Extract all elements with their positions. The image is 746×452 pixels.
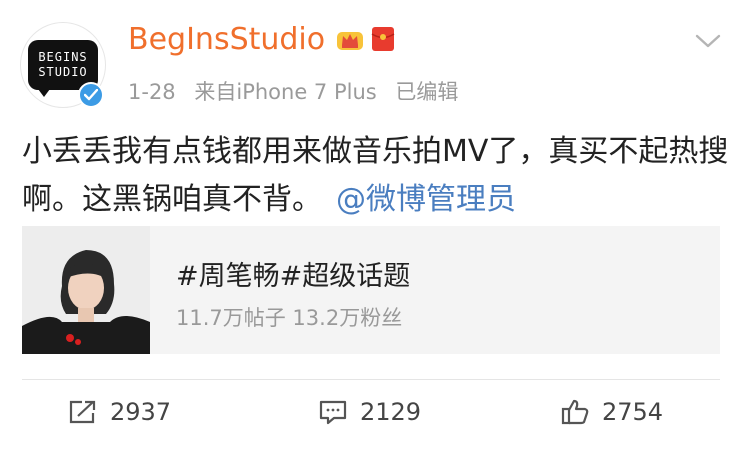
topic-card[interactable]: #周笔畅#超级话题 11.7万帖子 13.2万粉丝: [22, 226, 720, 354]
edited-label[interactable]: 已编辑: [395, 80, 458, 104]
comment-icon: [319, 400, 347, 425]
topic-title: #周笔畅#超级话题: [176, 261, 411, 292]
crown-badge-icon: [337, 32, 363, 50]
thumbs-up-icon: [561, 399, 589, 425]
post-meta: 1-28 来自iPhone 7 Plus 已编辑: [128, 76, 470, 106]
comment-count: 2129: [360, 398, 422, 426]
red-envelope-icon: [371, 27, 395, 51]
divider: [22, 379, 720, 380]
repost-count: 2937: [110, 398, 172, 426]
repost-button[interactable]: 2937: [68, 394, 171, 430]
post-text: 小丢丢我有点钱都用来做音乐拍MV了，真买不起热搜啊。这黑锅咱真不背。 @微博管理员: [22, 128, 732, 224]
mention-link[interactable]: @微博管理员: [336, 182, 516, 217]
verified-badge-icon: [78, 82, 104, 108]
logo-line-1: BEGINS: [38, 50, 88, 64]
post-date: 1-28: [128, 80, 176, 104]
logo-line-2: STUDIO: [38, 65, 88, 79]
like-button[interactable]: 2754: [560, 394, 663, 430]
username[interactable]: BegInsStudio: [128, 22, 325, 57]
chevron-down-icon[interactable]: [694, 30, 722, 52]
post-source[interactable]: 来自iPhone 7 Plus: [194, 80, 376, 104]
like-count: 2754: [602, 398, 664, 426]
comment-button[interactable]: 2129: [318, 394, 421, 430]
repost-icon: [69, 400, 96, 424]
topic-stats: 11.7万帖子 13.2万粉丝: [176, 306, 403, 330]
topic-thumbnail: [22, 226, 150, 354]
